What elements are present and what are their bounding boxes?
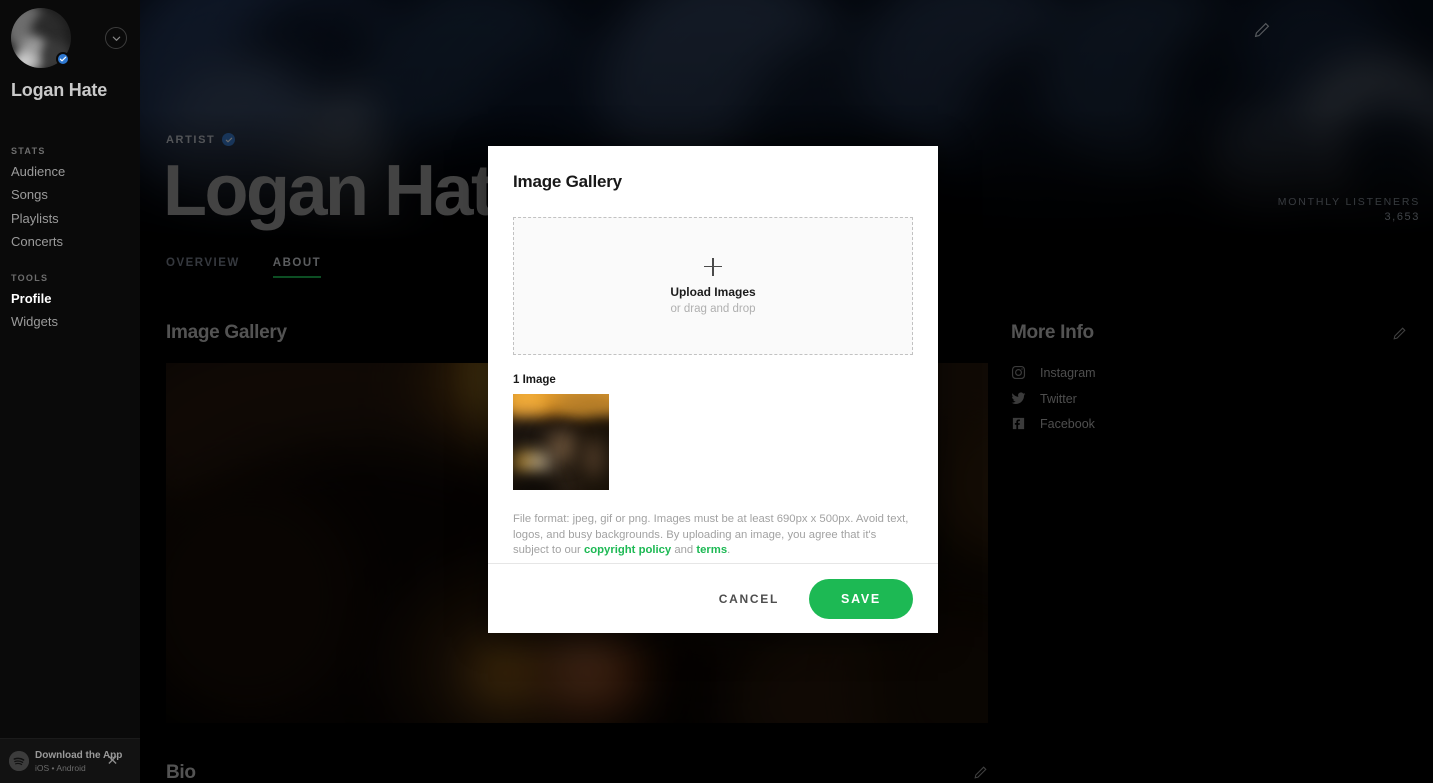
- cancel-button[interactable]: CANCEL: [707, 582, 791, 616]
- drag-and-drop-label: or drag and drop: [670, 302, 756, 315]
- copyright-policy-link[interactable]: copyright policy: [584, 544, 671, 556]
- upload-dropzone[interactable]: Upload Images or drag and drop: [513, 217, 913, 355]
- image-thumbnail[interactable]: [513, 394, 609, 490]
- sidebar-item-audience[interactable]: Audience: [11, 164, 65, 179]
- file-note-mid: and: [671, 544, 697, 556]
- sidebar-item-concerts[interactable]: Concerts: [11, 234, 63, 249]
- avatar[interactable]: [11, 8, 71, 68]
- sidebar-item-playlists[interactable]: Playlists: [11, 211, 59, 226]
- download-app-subtitle: iOS • Android: [35, 763, 86, 773]
- sidebar-artist-name: Logan Hate: [11, 80, 108, 100]
- file-format-note: File format: jpeg, gif or png. Images mu…: [513, 512, 913, 559]
- modal-title: Image Gallery: [513, 172, 622, 191]
- sidebar-item-songs[interactable]: Songs: [11, 187, 48, 202]
- file-note-end: .: [727, 544, 731, 556]
- verified-check-icon: [56, 52, 70, 66]
- plus-icon: [704, 257, 722, 276]
- upload-images-label: Upload Images: [670, 284, 756, 299]
- sidebar-item-profile[interactable]: Profile: [11, 291, 51, 306]
- image-count-label: 1 Image: [513, 374, 556, 386]
- sidebar-heading-tools: TOOLS: [11, 273, 49, 283]
- modal-body: Image Gallery Upload Images or drag and …: [488, 146, 938, 563]
- modal-footer: CANCEL SAVE: [488, 563, 938, 633]
- sidebar: Logan Hate STATS Audience Songs Playlist…: [0, 0, 140, 783]
- image-gallery-modal: Image Gallery Upload Images or drag and …: [488, 146, 938, 633]
- collapse-sidebar-button[interactable]: [105, 27, 127, 49]
- sidebar-heading-stats: STATS: [11, 146, 46, 156]
- chevron-down-icon: [112, 36, 120, 41]
- artist-profile-page: ARTIST Logan Hate MONTHLY LISTENERS 3,65…: [0, 0, 1433, 783]
- spotify-logo-icon: [9, 751, 29, 771]
- save-button[interactable]: SAVE: [809, 578, 913, 619]
- terms-link[interactable]: terms: [696, 544, 727, 556]
- download-app-banner[interactable]: Download the App iOS • Android ✕: [0, 738, 140, 783]
- sidebar-item-widgets[interactable]: Widgets: [11, 314, 58, 329]
- close-icon[interactable]: ✕: [105, 753, 120, 768]
